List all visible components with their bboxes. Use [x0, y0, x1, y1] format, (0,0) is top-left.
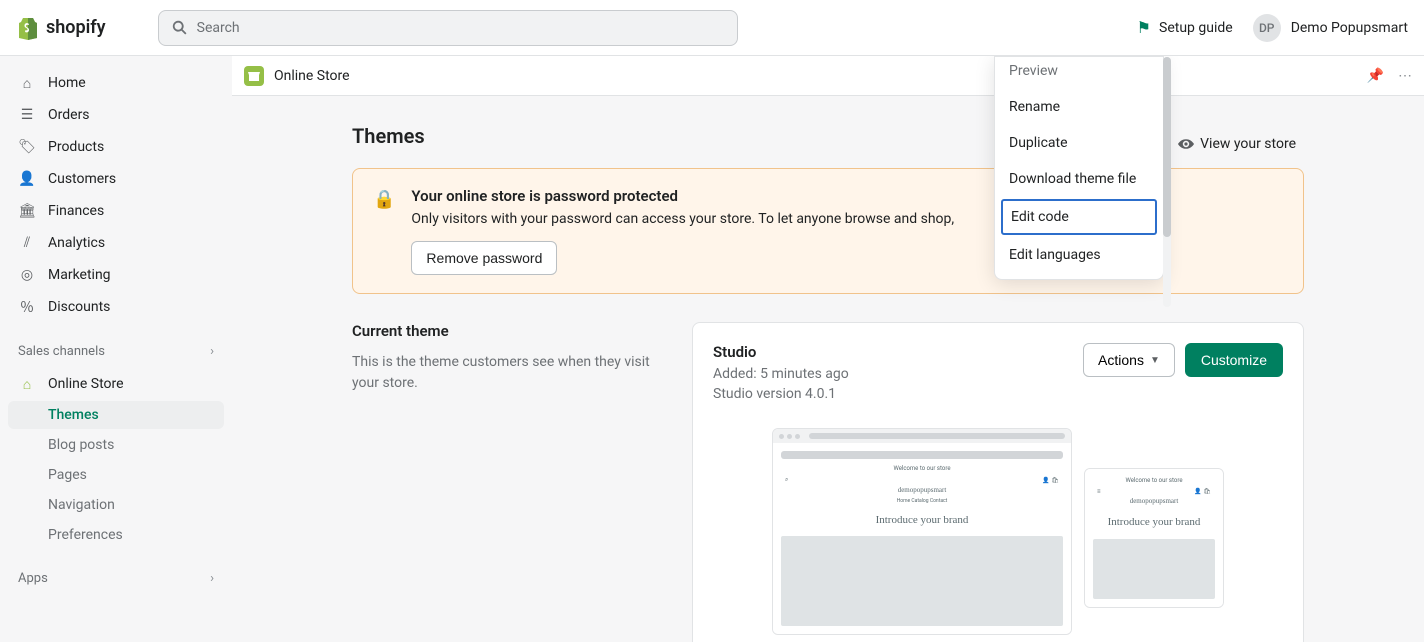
dd-edit-code[interactable]: Edit code	[1001, 199, 1157, 235]
more-icon[interactable]: ⋯	[1398, 68, 1412, 84]
store-icon: ⌂	[18, 375, 36, 393]
discounts-icon: ％	[18, 298, 36, 316]
dd-duplicate[interactable]: Duplicate	[995, 125, 1163, 161]
lock-icon: 🔒	[373, 189, 395, 210]
actions-dropdown: Preview Rename Duplicate Download theme …	[994, 56, 1164, 280]
nav-analytics[interactable]: ⫽Analytics	[8, 228, 224, 258]
nav-finances[interactable]: 🏛Finances	[8, 196, 224, 226]
top-bar: shopify Search ⚑ Setup guide DP Demo Pop…	[0, 0, 1424, 56]
search-icon	[171, 19, 189, 37]
current-theme-desc: This is the theme customers see when the…	[352, 352, 652, 394]
products-icon: 🏷	[18, 138, 36, 156]
caret-down-icon: ▼	[1150, 355, 1160, 366]
nav-discounts[interactable]: ％Discounts	[8, 292, 224, 322]
setup-guide-label: Setup guide	[1159, 20, 1233, 36]
chevron-right-icon: ›	[210, 571, 214, 586]
sales-channels-section[interactable]: Sales channels ›	[8, 336, 224, 367]
analytics-icon: ⫽	[18, 234, 36, 252]
search-placeholder: Search	[197, 20, 240, 36]
avatar: DP	[1253, 14, 1281, 42]
profile-name: Demo Popupsmart	[1291, 20, 1408, 36]
finances-icon: 🏛	[18, 202, 36, 220]
topbar-right: ⚑ Setup guide DP Demo Popupsmart	[1137, 14, 1408, 42]
profile-menu[interactable]: DP Demo Popupsmart	[1253, 14, 1408, 42]
current-theme-heading: Current theme	[352, 322, 652, 340]
theme-version: Studio version 4.0.1	[713, 385, 849, 405]
marketing-icon: ◎	[18, 266, 36, 284]
theme-card: Studio Added: 5 minutes ago Studio versi…	[692, 322, 1304, 642]
search-input[interactable]: Search	[158, 10, 738, 46]
brand-name: shopify	[46, 17, 106, 38]
customers-icon: 👤	[18, 170, 36, 188]
theme-name: Studio	[713, 343, 849, 361]
nav-orders[interactable]: ☰Orders	[8, 100, 224, 130]
shopify-bag-icon	[16, 16, 40, 40]
desktop-preview: Welcome to our store ⌕👤 🛍 demopopupsmart…	[772, 428, 1072, 635]
theme-preview: Welcome to our store ⌕👤 🛍 demopopupsmart…	[713, 424, 1283, 635]
breadcrumb-label: Online Store	[274, 68, 350, 84]
setup-guide-link[interactable]: ⚑ Setup guide	[1137, 18, 1233, 37]
breadcrumb-bar: Online Store 📌 ⋯	[232, 56, 1424, 96]
nav-products[interactable]: 🏷Products	[8, 132, 224, 162]
nav-navigation[interactable]: Navigation	[8, 491, 224, 519]
main-area: Online Store 📌 ⋯ View your store Themes …	[232, 56, 1424, 642]
customize-button[interactable]: Customize	[1185, 343, 1283, 377]
theme-added: Added: 5 minutes ago	[713, 365, 849, 385]
dd-edit-languages[interactable]: Edit languages	[995, 237, 1163, 273]
dropdown-scrollbar[interactable]	[1163, 57, 1171, 307]
pin-icon[interactable]: 📌	[1367, 68, 1384, 84]
banner-body: Only visitors with your password can acc…	[411, 211, 954, 227]
nav-themes[interactable]: Themes	[8, 401, 224, 429]
actions-button[interactable]: Actions ▼	[1083, 343, 1175, 377]
dd-rename[interactable]: Rename	[995, 89, 1163, 125]
nav-customers[interactable]: 👤Customers	[8, 164, 224, 194]
banner-title: Your online store is password protected	[411, 187, 954, 205]
dd-preview[interactable]: Preview	[995, 63, 1163, 89]
home-icon: ⌂	[18, 74, 36, 92]
nav-online-store[interactable]: ⌂Online Store	[8, 369, 224, 399]
apps-section[interactable]: Apps ›	[8, 563, 224, 594]
shopify-logo[interactable]: shopify	[16, 16, 106, 40]
orders-icon: ☰	[18, 106, 36, 124]
sidebar: ⌂Home ☰Orders 🏷Products 👤Customers 🏛Fina…	[0, 56, 232, 642]
mobile-preview: Welcome to our store ≡👤 🛍 demopopupsmart…	[1084, 468, 1224, 608]
current-theme-info: Current theme This is the theme customer…	[352, 322, 652, 642]
flag-icon: ⚑	[1137, 18, 1151, 37]
search-wrap: Search	[158, 10, 738, 46]
nav-marketing[interactable]: ◎Marketing	[8, 260, 224, 290]
eye-icon	[1178, 136, 1194, 152]
nav-pages[interactable]: Pages	[8, 461, 224, 489]
chevron-right-icon: ›	[210, 344, 214, 359]
nav-blog-posts[interactable]: Blog posts	[8, 431, 224, 459]
nav-home[interactable]: ⌂Home	[8, 68, 224, 98]
online-store-channel-icon	[244, 66, 264, 86]
remove-password-button[interactable]: Remove password	[411, 241, 557, 275]
view-your-store-link[interactable]: View your store	[1178, 136, 1296, 152]
nav-preferences[interactable]: Preferences	[8, 521, 224, 549]
dd-download-theme-file[interactable]: Download theme file	[995, 161, 1163, 197]
